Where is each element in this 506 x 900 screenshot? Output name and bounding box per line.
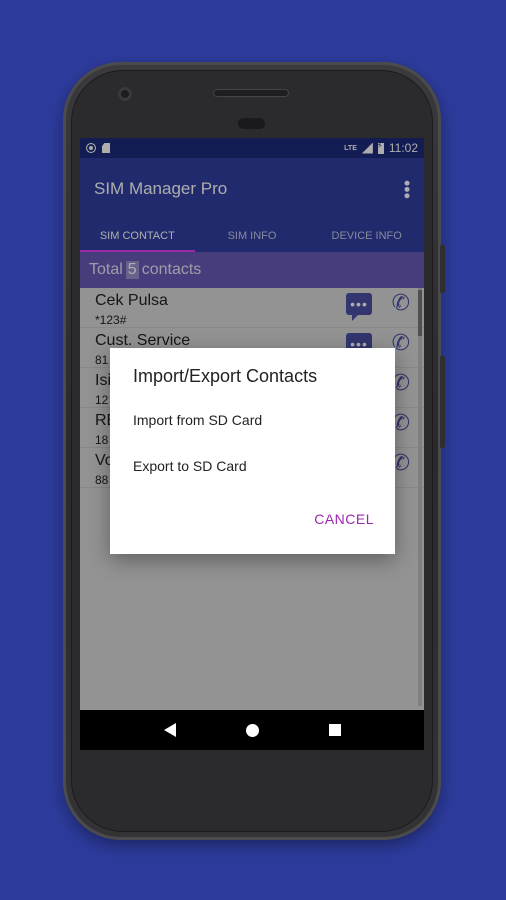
cancel-button[interactable]: CANCEL <box>314 511 374 527</box>
import-from-sd-option[interactable]: Import from SD Card <box>133 412 262 428</box>
earpiece-speaker <box>213 89 289 97</box>
screen: LTE 11:02 SIM Manager Pro ••• SIM CONTAC… <box>80 138 424 750</box>
home-icon[interactable] <box>245 723 259 737</box>
proximity-sensor <box>238 118 265 129</box>
import-export-dialog: Import/Export Contacts Import from SD Ca… <box>110 348 395 554</box>
volume-button <box>440 356 445 448</box>
export-to-sd-option[interactable]: Export to SD Card <box>133 458 247 474</box>
front-camera-icon <box>118 87 132 101</box>
recents-icon[interactable] <box>328 724 341 736</box>
power-button <box>440 245 445 293</box>
dialog-title: Import/Export Contacts <box>133 366 318 386</box>
back-icon[interactable] <box>163 723 176 737</box>
navigation-bar <box>80 710 424 750</box>
